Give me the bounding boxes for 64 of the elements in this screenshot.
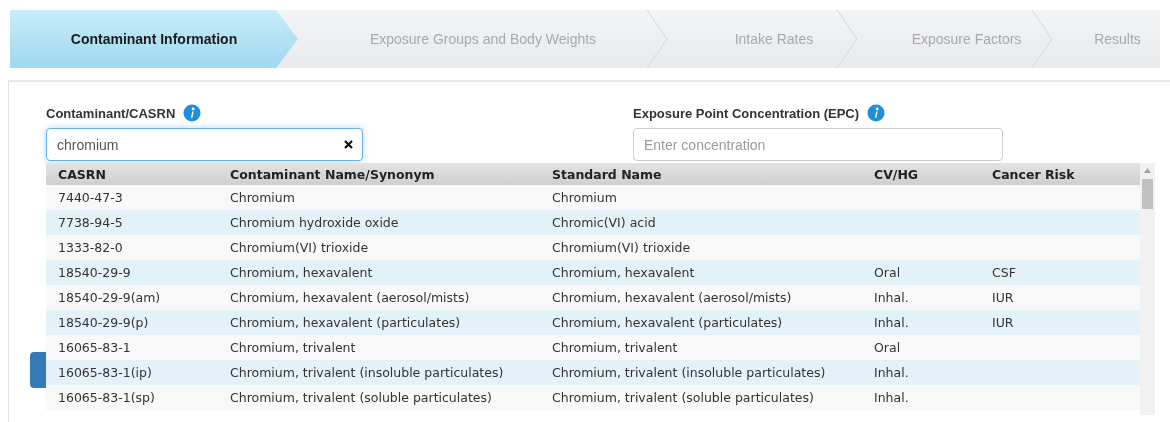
table-cell-text: Chromium, trivalent (soluble particulates) — [551, 390, 815, 405]
table-cell-text: 7738-94-5 — [57, 215, 124, 230]
chevron-icon — [646, 10, 668, 68]
table-cell-text: Chromium, trivalent (insoluble particulates) — [229, 365, 505, 380]
chevron-icon — [1031, 10, 1053, 68]
column-header: Contaminant Name/Synonym — [229, 166, 436, 182]
concentration-field[interactable]: Enter concentration — [633, 128, 1003, 161]
table-cell-text: Chromium, trivalent (insoluble particulates) — [551, 365, 827, 380]
table-cell-text: CSF — [991, 265, 1017, 280]
column-header: Standard Name — [551, 166, 663, 182]
column-header: CV/HG — [873, 166, 920, 182]
table-row[interactable]: 18540-29-9(p) Chromium, hexavalent (particulates) Chromium, hexavalent (particulates) Inhal. IUR — [46, 310, 1140, 335]
table-cell-text: 16065-83-1 — [57, 340, 132, 355]
table-cell-text: Chromium — [229, 190, 296, 205]
table-cell-text: Chromium, trivalent — [551, 340, 679, 355]
table-cell-text: Chromium, hexavalent (aerosol/mists) — [229, 290, 471, 305]
table-cell-text: Chromium, trivalent (soluble particulates) — [229, 390, 493, 405]
table-row[interactable]: 7738-94-5 Chromium hydroxide oxide Chromic(VI) acid — [46, 210, 1140, 235]
table-row[interactable]: 1333-82-0 Chromium(VI) trioxide Chromium(VI) trioxide — [46, 235, 1140, 260]
table-row[interactable]: 16065-83-1(ip) Chromium, trivalent (insoluble particulates) Chromium, trivalent (insoluble particulates) Inhal. — [46, 360, 1140, 385]
table-row[interactable]: 7440-47-3 Chromium Chromium — [46, 185, 1140, 210]
table-cell-text: 7440-47-3 — [57, 190, 124, 205]
table-cell-text: IUR — [991, 290, 1015, 305]
table-cell-text: 18540-29-9(p) — [57, 315, 150, 330]
table-cell-text: IUR — [991, 315, 1015, 330]
table-cell-text: 1333-82-0 — [57, 240, 124, 255]
table-cell-text: 18540-29-9 — [57, 265, 132, 280]
table-cell-text: 16065-83-1(ip) — [57, 365, 153, 380]
chevron-icon — [836, 10, 858, 68]
table-cell-text: Inhal. — [873, 315, 910, 330]
wizard-step[interactable]: Contaminant Information — [10, 10, 298, 68]
field-label: Exposure Point Concentration (EPC) — [633, 105, 860, 121]
table-row[interactable]: 18540-29-9(am) Chromium, hexavalent (aerosol/mists) Chromium, hexavalent (aerosol/mists) Inhal. IUR — [46, 285, 1140, 310]
table-row[interactable]: 16065-83-1 Chromium, trivalent Chromium, trivalent Oral — [46, 335, 1140, 360]
table-cell-text: Oral — [873, 265, 902, 280]
table-cell-text: Chromium(VI) trioxide — [229, 240, 370, 255]
table-cell-text: Chromium, hexavalent (particulates) — [551, 315, 784, 330]
search-field[interactable]: chromium — [46, 128, 363, 161]
table-row[interactable]: 18540-29-9 Chromium, hexavalent Chromium, hexavalent Oral CSF — [46, 260, 1140, 285]
table-cell-text: Chromium, hexavalent — [229, 265, 374, 280]
field-label: Contaminant/CASRN — [46, 105, 176, 121]
table-cell-text: Chromium, hexavalent (particulates) — [229, 315, 462, 330]
info-icon[interactable] — [867, 104, 886, 122]
table-cell-text: Chromium — [551, 190, 618, 205]
scrollbar[interactable] — [1140, 163, 1155, 415]
info-icon[interactable] — [183, 104, 202, 122]
scrollbar-thumb[interactable] — [1142, 179, 1153, 209]
table-cell-text: Chromium hydroxide oxide — [229, 215, 400, 230]
table-cell-text: Chromium, trivalent — [229, 340, 357, 355]
table-cell-text: Chromium, hexavalent — [551, 265, 696, 280]
column-header: Cancer Risk — [991, 166, 1076, 182]
table-cell-text: Chromium, hexavalent (aerosol/mists) — [551, 290, 793, 305]
column-header: CASRN — [57, 166, 107, 182]
table-cell-text: Inhal. — [873, 390, 910, 405]
clear-icon[interactable] — [344, 140, 353, 149]
table-cell-text: Chromium(VI) trioxide — [551, 240, 692, 255]
scroll-up-icon[interactable] — [1144, 168, 1151, 173]
table-cell-text: 16065-83-1(sp) — [57, 390, 156, 405]
table-row[interactable]: 16065-83-1(sp) Chromium, trivalent (soluble particulates) Chromium, trivalent (soluble particulates) Inhal. — [46, 385, 1140, 410]
table-cell-text: Inhal. — [873, 365, 910, 380]
table-cell-text: Chromic(VI) acid — [551, 215, 657, 230]
table-cell-text: Inhal. — [873, 290, 910, 305]
table-cell-text: 18540-29-9(am) — [57, 290, 162, 305]
table-cell-text: Oral — [873, 340, 902, 355]
